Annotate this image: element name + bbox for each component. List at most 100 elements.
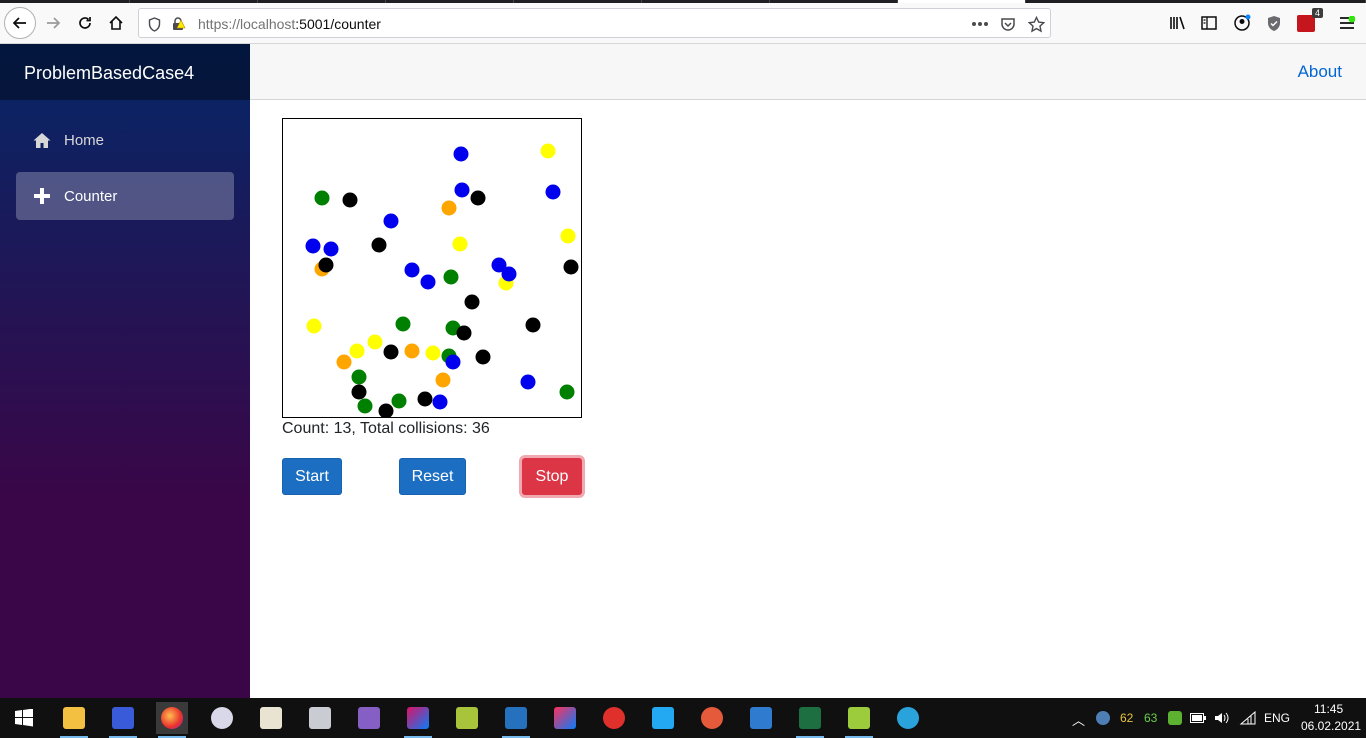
back-button[interactable] bbox=[4, 7, 36, 39]
yellow-ball bbox=[425, 345, 441, 361]
brand-title[interactable]: ProblemBasedCase4 bbox=[0, 44, 250, 100]
taskbar-rider[interactable] bbox=[402, 702, 434, 738]
telegram-icon bbox=[897, 707, 919, 729]
reload-button[interactable] bbox=[69, 7, 101, 39]
account-icon bbox=[1234, 14, 1251, 31]
url-host: https://localhost bbox=[198, 16, 296, 32]
floppy-icon bbox=[112, 707, 134, 729]
tray-volume-icon[interactable] bbox=[1212, 702, 1232, 734]
tray-date[interactable]: 06.02.2021 bbox=[1301, 719, 1361, 733]
sidebar-toggle-button[interactable] bbox=[1193, 7, 1225, 39]
browser-toolbar: https://localhost:5001/counter 4 bbox=[0, 3, 1366, 44]
taskbar-notepad-plus[interactable] bbox=[843, 702, 875, 738]
taskbar-save-app[interactable] bbox=[107, 702, 139, 738]
top-row: About bbox=[250, 44, 1366, 100]
taskbar-intellij[interactable] bbox=[549, 702, 581, 734]
green-ball bbox=[357, 398, 373, 414]
taskbar-powershell[interactable] bbox=[500, 702, 532, 738]
home-outline-icon bbox=[109, 15, 123, 30]
about-link[interactable]: About bbox=[1298, 62, 1342, 82]
yellow-ball bbox=[540, 143, 556, 159]
black-ball bbox=[318, 257, 334, 273]
tray-temp-gpu[interactable]: 63 bbox=[1144, 711, 1157, 725]
taskbar-firefox[interactable] bbox=[156, 702, 188, 738]
tray-expand-icon[interactable]: ︿ bbox=[1072, 710, 1085, 729]
home-button[interactable] bbox=[100, 7, 132, 39]
notepad-icon bbox=[848, 707, 870, 729]
extension-badge: 4 bbox=[1311, 7, 1323, 18]
blue-ball bbox=[420, 274, 436, 290]
taskbar-excel[interactable] bbox=[794, 702, 826, 738]
more-actions-icon[interactable] bbox=[970, 14, 990, 34]
privacy-extension-button[interactable] bbox=[1258, 7, 1290, 39]
account-button[interactable] bbox=[1226, 7, 1258, 39]
green-ball bbox=[351, 369, 367, 385]
sidebar-item-counter[interactable]: Counter bbox=[16, 172, 234, 220]
blue-ball bbox=[501, 266, 517, 282]
menu-button[interactable] bbox=[1331, 7, 1363, 39]
green-ball bbox=[443, 269, 459, 285]
taskbar-visual-studio[interactable] bbox=[353, 702, 385, 734]
taskbar-virtualbox[interactable] bbox=[745, 702, 777, 734]
taskbar-git-app[interactable] bbox=[696, 702, 728, 734]
extension-icon: 4 bbox=[1297, 7, 1323, 32]
tools-icon bbox=[260, 707, 282, 729]
library-button[interactable] bbox=[1162, 7, 1194, 39]
sidebar-item-home[interactable]: Home bbox=[16, 116, 234, 164]
blue-ball bbox=[545, 184, 561, 200]
blue-ball bbox=[520, 374, 536, 390]
blue-ball bbox=[404, 262, 420, 278]
yellow-ball bbox=[306, 318, 322, 334]
check-shield-icon bbox=[1168, 711, 1182, 725]
tray-network-app-icon[interactable] bbox=[1094, 702, 1112, 734]
tray-wifi-icon[interactable] bbox=[1237, 702, 1259, 734]
tray-time[interactable]: 11:45 bbox=[1314, 702, 1343, 716]
black-ball bbox=[475, 349, 491, 365]
taskbar-telegram[interactable] bbox=[892, 702, 924, 734]
intellij-icon bbox=[554, 707, 576, 729]
tray-language[interactable]: ENG bbox=[1264, 711, 1290, 725]
start-button[interactable]: Start bbox=[282, 458, 342, 495]
blue-ball bbox=[383, 213, 399, 229]
stop-button[interactable]: Stop bbox=[522, 458, 582, 495]
address-bar[interactable]: https://localhost:5001/counter bbox=[138, 8, 1051, 38]
blue-ball bbox=[453, 146, 469, 162]
taskbar-settings-app[interactable] bbox=[598, 702, 630, 734]
black-ball bbox=[371, 237, 387, 253]
hamburger-icon bbox=[1340, 16, 1355, 29]
tray-battery-icon[interactable] bbox=[1188, 702, 1208, 734]
taskbar-tool-app[interactable] bbox=[451, 702, 483, 734]
insecure-lock-icon[interactable] bbox=[168, 14, 188, 34]
sidebar-item-label: Home bbox=[64, 131, 105, 149]
git-icon bbox=[701, 707, 723, 729]
ublock-extension-button[interactable]: 4 bbox=[1290, 7, 1323, 39]
forward-button[interactable] bbox=[37, 7, 69, 39]
start-menu-button[interactable] bbox=[8, 702, 40, 734]
palette-icon bbox=[211, 707, 233, 729]
bookmark-star-icon[interactable] bbox=[1026, 14, 1046, 34]
yellow-ball bbox=[452, 236, 468, 252]
windows-icon bbox=[15, 709, 33, 727]
green-ball bbox=[559, 384, 575, 400]
pocket-icon[interactable] bbox=[998, 14, 1018, 34]
black-ball bbox=[383, 344, 399, 360]
taskbar-file-explorer[interactable] bbox=[58, 702, 90, 738]
arrow-right-icon bbox=[47, 17, 61, 29]
virtualbox-icon bbox=[750, 707, 772, 729]
taskbar-tools-app[interactable] bbox=[255, 702, 287, 734]
globe-icon bbox=[1096, 711, 1110, 725]
taskbar-image-app[interactable] bbox=[304, 702, 336, 734]
url-text: https://localhost:5001/counter bbox=[198, 16, 381, 32]
black-ball bbox=[456, 325, 472, 341]
reset-button[interactable]: Reset bbox=[399, 458, 466, 495]
shield-icon[interactable] bbox=[144, 14, 164, 34]
blue-ball bbox=[432, 394, 448, 410]
vscode-icon bbox=[652, 707, 674, 729]
simulation-canvas[interactable] bbox=[282, 118, 582, 418]
folder-icon bbox=[63, 707, 85, 729]
tray-security-icon[interactable] bbox=[1166, 702, 1184, 734]
tray-temp-cpu[interactable]: 62 bbox=[1120, 711, 1133, 725]
taskbar-vscode[interactable] bbox=[647, 702, 679, 734]
rider-icon bbox=[407, 707, 429, 729]
taskbar-paint-app[interactable] bbox=[206, 702, 238, 734]
